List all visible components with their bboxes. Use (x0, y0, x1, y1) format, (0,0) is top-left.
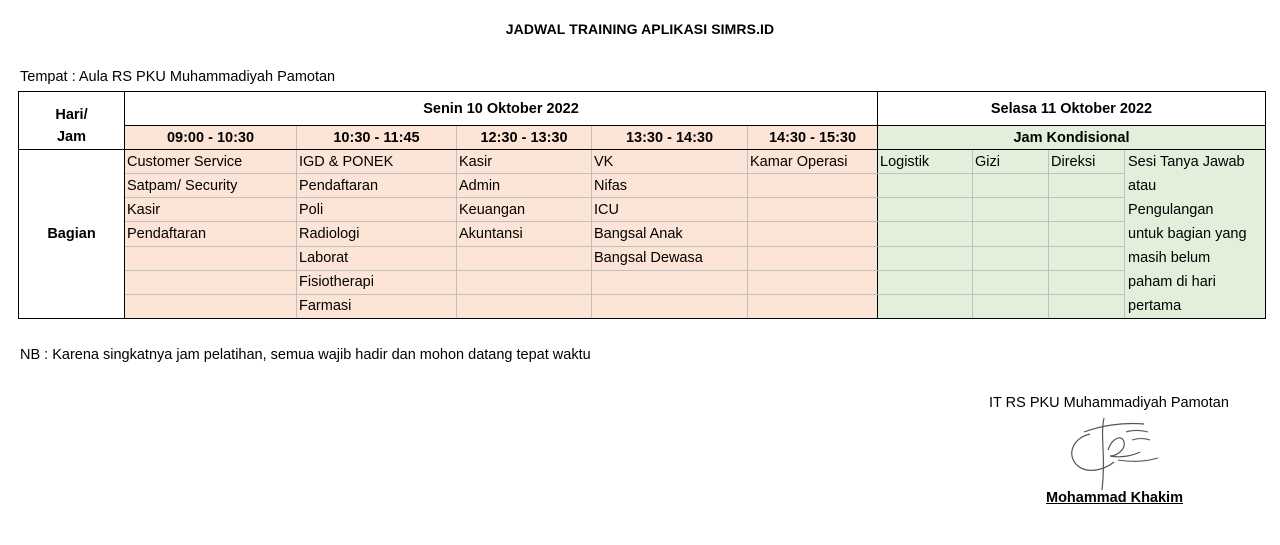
table-cell: Akuntansi (456, 221, 592, 247)
table-cell: Kasir (456, 148, 592, 175)
qa-session-cell: Sesi Tanya Jawab atau Pengulangan untuk … (1124, 149, 1266, 319)
table-cell (1048, 173, 1125, 199)
table-cell (877, 245, 973, 271)
table-cell (1048, 197, 1125, 223)
row-label-bagian: Bagian (18, 149, 125, 319)
table-cell: ICU (591, 197, 748, 223)
qa-line: untuk bagian yang (1128, 226, 1247, 242)
table-cell (1048, 293, 1125, 320)
table-cell (456, 245, 592, 271)
handwritten-signature (1071, 417, 1159, 491)
table-cell (1048, 269, 1125, 295)
jam-label: Jam (18, 125, 125, 150)
table-row: Fisiotherapi (19, 269, 1266, 295)
table-cell (1048, 245, 1125, 271)
table-cell (747, 197, 878, 223)
table-cell (877, 173, 973, 199)
table-cell (877, 269, 973, 295)
table-cell (456, 269, 592, 295)
table-row: Kasir Poli Keuangan ICU (19, 197, 1266, 223)
table-cell (972, 197, 1049, 223)
table-cell (877, 221, 973, 247)
table-cell: Poli (296, 197, 457, 223)
table-cell (747, 245, 878, 271)
table-cell (456, 293, 592, 320)
schedule-table: Hari/ Senin 10 Oktober 2022 Selasa 11 Ok… (18, 91, 1266, 320)
table-cell: Kasir (124, 197, 297, 223)
time-slot: 14:30 - 15:30 (747, 125, 878, 150)
table-cell: Direksi (1048, 148, 1125, 175)
qa-line: Pengulangan (1128, 202, 1214, 218)
table-cell (124, 293, 297, 320)
document-title: JADWAL TRAINING APLIKASI SIMRS.ID (505, 21, 775, 37)
table-cell: Logistik (877, 148, 973, 175)
table-cell (972, 245, 1049, 271)
day2-header: Selasa 11 Oktober 2022 (877, 91, 1266, 126)
signer-name: Mohammad Khakim (1046, 490, 1183, 506)
qa-line: masih belum (1128, 250, 1211, 266)
day1-header: Senin 10 Oktober 2022 (124, 91, 878, 126)
time-slot: 09:00 - 10:30 (124, 125, 297, 150)
jam-kondisional-header: Jam Kondisional (877, 125, 1266, 150)
table-row: Farmasi (19, 293, 1266, 320)
table-cell: Admin (456, 173, 592, 199)
table-cell: Farmasi (296, 293, 457, 320)
qa-line: pertama (1128, 298, 1182, 314)
table-cell: Customer Service (124, 148, 297, 175)
table-cell (972, 173, 1049, 199)
table-cell (1048, 221, 1125, 247)
table-cell (124, 269, 297, 295)
table-row: Laborat Bangsal Dewasa (19, 245, 1266, 271)
table-cell: IGD & PONEK (296, 148, 457, 175)
table-row: Bagian Customer Service IGD & PONEK Kasi… (18, 148, 1266, 319)
table-row: Satpam/ Security Pendaftaran Admin Nifas (19, 173, 1266, 199)
qa-line: Sesi Tanya Jawab (1128, 154, 1245, 170)
table-cell (972, 293, 1049, 320)
hari-label: Hari/ (18, 91, 125, 126)
note-text: NB : Karena singkatnya jam pelatihan, se… (20, 347, 591, 363)
table-cell: Satpam/ Security (124, 173, 297, 199)
table-cell (972, 269, 1049, 295)
table-cell: Nifas (591, 173, 748, 199)
table-cell: Bangsal Anak (591, 221, 748, 247)
table-cell (877, 293, 973, 320)
table-cell (877, 197, 973, 223)
table-cell (747, 269, 878, 295)
table-cell (747, 173, 878, 199)
table-row: Pendaftaran Radiologi Akuntansi Bangsal … (19, 221, 1266, 247)
time-slot: 10:30 - 11:45 (296, 125, 457, 150)
table-cell: Laborat (296, 245, 457, 271)
table-cell (747, 293, 878, 320)
table-cell: Pendaftaran (296, 173, 457, 199)
table-cell (124, 245, 297, 271)
signature-org: IT RS PKU Muhammadiyah Pamotan (989, 395, 1229, 411)
qa-line: paham di hari (1128, 274, 1216, 290)
table-cell: Gizi (972, 148, 1049, 175)
table-cell (972, 221, 1049, 247)
table-cell: Keuangan (456, 197, 592, 223)
qa-line: atau (1128, 178, 1157, 194)
table-cell: Kamar Operasi (747, 148, 878, 175)
time-slot: 12:30 - 13:30 (456, 125, 592, 150)
venue-text: Tempat : Aula RS PKU Muhammadiyah Pamota… (20, 69, 336, 85)
table-cell: Bangsal Dewasa (591, 245, 748, 271)
table-cell: Radiologi (296, 221, 457, 247)
time-slot: 13:30 - 14:30 (591, 125, 748, 150)
table-cell: VK (591, 148, 748, 175)
table-cell (591, 293, 748, 320)
table-cell (591, 269, 748, 295)
table-cell: Pendaftaran (124, 221, 297, 247)
table-cell (747, 221, 878, 247)
table-cell: Fisiotherapi (296, 269, 457, 295)
